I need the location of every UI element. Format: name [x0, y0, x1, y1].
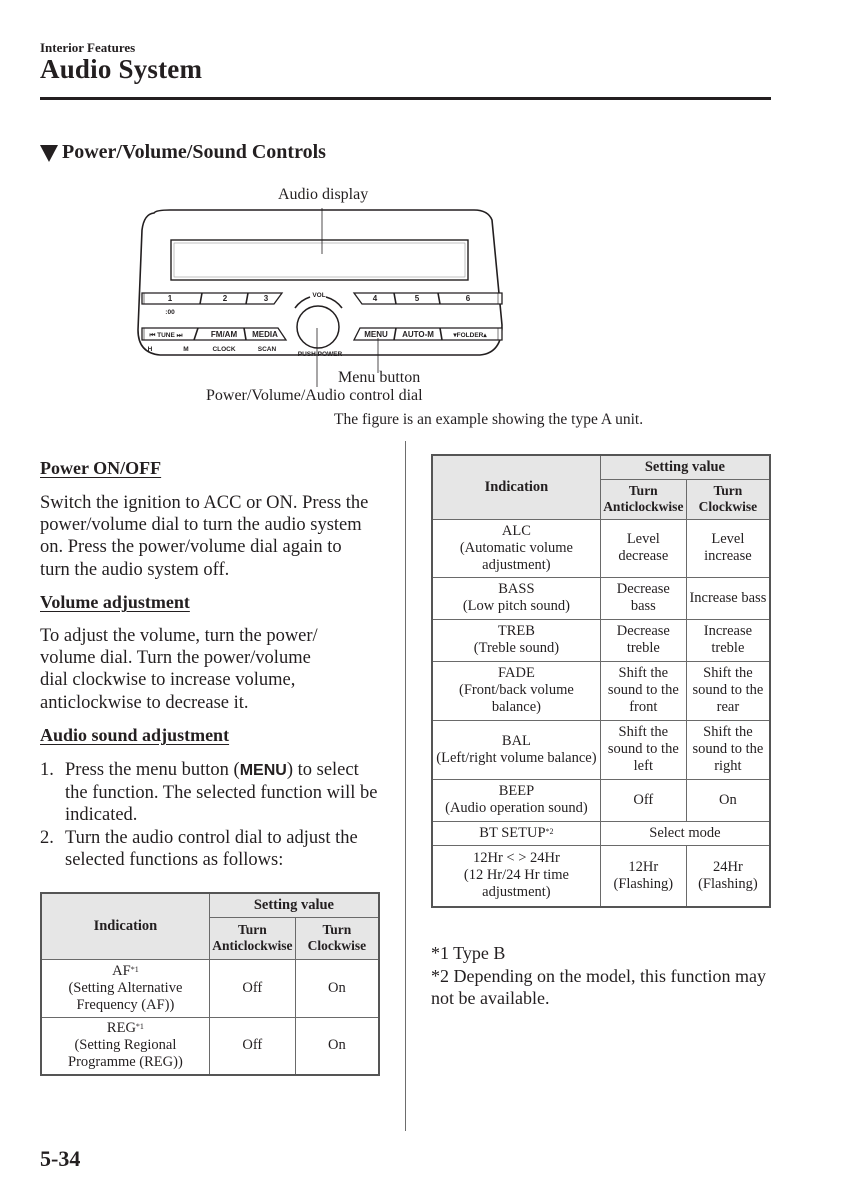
table-row: BAL (Left/right volume balance) Shift the …: [431, 719, 771, 780]
indication-cell: FADE (Front/back volume balance): [431, 660, 601, 721]
clockwise-cell: On: [294, 1016, 380, 1076]
menu-keyword: MENU: [239, 762, 287, 779]
indication-cell: BEEP (Audio operation sound): [431, 778, 601, 822]
table-row: BEEP (Audio operation sound) Off On: [431, 778, 771, 822]
indication-cell: TREB (Treble sound): [431, 618, 601, 662]
audio-display-callout: Audio display: [278, 186, 369, 203]
column-divider: [405, 441, 406, 1131]
preset-button-group-left: [141, 292, 284, 305]
table-row: TREB (Treble sound) Decrease treble Increas…: [431, 618, 771, 662]
indication-cell: BAL (Left/right volume balance): [431, 719, 601, 780]
settings-table-left: Indication Setting value Turn Anticlockw…: [40, 892, 380, 1076]
step-item: 1. Press the menu button (MENU) to selec…: [40, 759, 385, 827]
footnote-1: *1 Type B: [431, 943, 506, 963]
step-item: 2. Turn the audio control dial to adjust…: [40, 827, 385, 871]
anticlockwise-cell: 12Hr (Flashing): [599, 844, 687, 908]
clockwise-cell: Shift the sound to the right: [685, 719, 771, 780]
clockwise-header: Turn Clockwise: [294, 916, 380, 960]
indication-header: Indication: [431, 454, 601, 520]
table-row: ALC (Automatic volume adjustment) Level de…: [431, 518, 771, 578]
anticlockwise-cell: Decrease treble: [599, 618, 687, 662]
clockwise-cell: On: [294, 958, 380, 1018]
preset-6-button: 6: [466, 294, 471, 303]
anticlockwise-cell: Shift the sound to the left: [599, 719, 687, 780]
table-row: BASS (Low pitch sound) Decrease bass Increa…: [431, 576, 771, 620]
settings-table-right: Indication Setting value Turn Anticlockw…: [431, 454, 771, 908]
sound-steps: 1. Press the menu button (MENU) to selec…: [40, 759, 385, 871]
fm-am-button: FM/AM: [211, 330, 238, 339]
clockwise-header: Turn Clockwise: [685, 478, 771, 520]
preset-3-button: 3: [264, 294, 269, 303]
table-row: 12Hr < > 24Hr (12 Hr/24 Hr time adjustmen…: [431, 844, 771, 908]
indication-header: Indication: [40, 892, 210, 960]
anticlockwise-header: Turn Anticlockwise: [208, 916, 296, 960]
anticlockwise-cell: Decrease bass: [599, 576, 687, 620]
subsection-heading: Power/Volume/Sound Controls: [40, 141, 326, 164]
clockwise-cell: 24Hr (Flashing): [685, 844, 771, 908]
audio-display: [170, 239, 469, 281]
tune-button: ⏮ TUNE ⏭: [149, 332, 182, 339]
indication-cell: ALC (Automatic volume adjustment): [431, 518, 601, 578]
preset-4-button: 4: [373, 294, 378, 303]
anticlockwise-cell: Shift the sound to the front: [599, 660, 687, 721]
media-button: MEDIA: [252, 330, 278, 339]
clock-label: CLOCK: [212, 346, 235, 353]
volume-heading: Volume adjustment: [40, 592, 190, 612]
setting-merged-cell: Select mode: [599, 820, 771, 846]
table-row: REG*1 (Setting Regional Programme (REG)) O…: [40, 1016, 380, 1076]
step-number: 1.: [40, 760, 54, 780]
menu-button-callout: Menu button: [338, 369, 421, 386]
table-row: AF*1 (Setting Alternative Frequency (AF))…: [40, 958, 380, 1018]
dial-callout: Power/Volume/Audio control dial: [206, 387, 423, 404]
audio-unit-diagram: 1 :00 2 3 4 5 6 ⏮ TUNE ⏭ H M FM/AM CLOCK…: [130, 180, 510, 410]
indication-cell: BASS (Low pitch sound): [431, 576, 601, 620]
indication-cell: BT SETUP*2: [431, 820, 601, 846]
anticlockwise-cell: Off: [208, 958, 296, 1018]
step-number: 2.: [40, 827, 54, 848]
power-text: Switch the ignition to ACC or ON. Press …: [40, 493, 369, 580]
preset-2-button: 2: [223, 294, 228, 303]
preset-1-sublabel: :00: [165, 309, 175, 316]
auto-m-button: AUTO-M: [402, 330, 434, 339]
volume-text: To adjust the volume, turn the power/ vo…: [40, 626, 318, 713]
clockwise-cell: Increase treble: [685, 618, 771, 662]
anticlockwise-cell: Off: [208, 1016, 296, 1076]
sound-heading: Audio sound adjustment: [40, 725, 230, 745]
power-heading: Power ON/OFF: [40, 458, 162, 478]
footnotes: *1 Type B *2 Depending on the model, thi…: [431, 942, 771, 1010]
preset-1-button: 1: [168, 294, 173, 303]
triangle-down-icon: [40, 144, 58, 162]
setting-value-header: Setting value: [208, 892, 380, 918]
step-text: Turn the audio control dial to adjust th…: [65, 827, 358, 870]
table-row: BT SETUP*2 Select mode: [431, 820, 771, 846]
step-text: Press the menu button (MENU) to select t…: [65, 760, 378, 826]
menu-button: MENU: [364, 330, 388, 339]
vol-label: VOL: [312, 292, 325, 299]
anticlockwise-header: Turn Anticlockwise: [599, 478, 687, 520]
power-volume-dial: [296, 305, 340, 349]
page-number: 5-34: [40, 1146, 81, 1171]
page-title: Audio System: [40, 54, 203, 84]
indication-cell: AF*1 (Setting Alternative Frequency (AF)): [40, 958, 210, 1018]
anticlockwise-cell: Level decrease: [599, 518, 687, 578]
setting-value-header: Setting value: [599, 454, 771, 480]
footnote-2: *2 Depending on the model, this function…: [431, 965, 766, 1009]
table-row: FADE (Front/back volume balance) Shift the…: [431, 660, 771, 721]
subsection-title: Power/Volume/Sound Controls: [62, 141, 326, 163]
clockwise-cell: Shift the sound to the rear: [685, 660, 771, 721]
indication-cell: 12Hr < > 24Hr (12 Hr/24 Hr time adjustmen…: [431, 844, 601, 908]
clockwise-cell: Level increase: [685, 518, 771, 578]
anticlockwise-cell: Off: [599, 778, 687, 822]
scan-label: SCAN: [258, 346, 277, 353]
folder-button: ▾FOLDER▴: [452, 332, 487, 339]
indication-cell: REG*1 (Setting Regional Programme (REG)): [40, 1016, 210, 1076]
push-power-label: PUSH POWER: [298, 351, 343, 358]
title-divider: [40, 97, 771, 100]
clockwise-cell: Increase bass: [685, 576, 771, 620]
figure-caption: The figure is an example showing the typ…: [334, 411, 644, 428]
clockwise-cell: On: [685, 778, 771, 822]
tune-h-label: H: [148, 346, 153, 353]
tune-m-label: M: [183, 346, 188, 353]
preset-5-button: 5: [415, 294, 420, 303]
